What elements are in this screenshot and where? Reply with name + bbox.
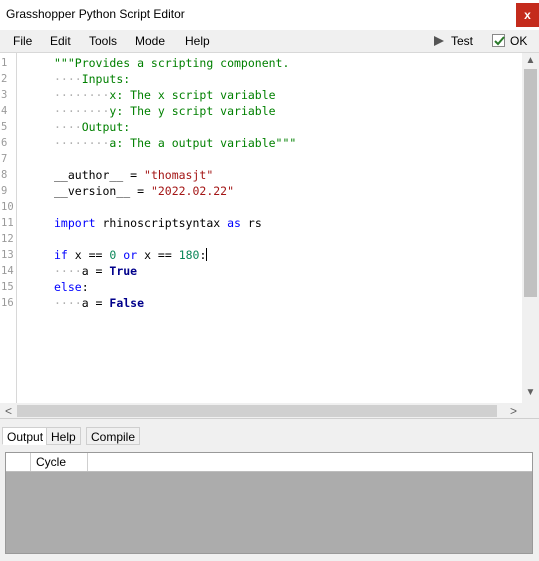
- text-caret: [206, 248, 208, 261]
- menu-tools[interactable]: Tools: [89, 34, 117, 48]
- identifier: a =: [81, 264, 110, 278]
- window-title: Grasshopper Python Script Editor: [6, 7, 185, 21]
- close-button[interactable]: x: [516, 3, 539, 27]
- identifier: __version__ =: [54, 184, 151, 198]
- whitespace-dots: ········: [54, 88, 110, 102]
- code-line: ····a = True: [54, 263, 137, 279]
- identifier: :: [81, 280, 89, 294]
- keyword: import: [54, 216, 96, 230]
- title-bar: Grasshopper Python Script Editor x: [0, 0, 539, 30]
- bottom-panel: Output Help Compile Cycle: [0, 418, 539, 561]
- line-number: 3: [1, 89, 8, 101]
- code-line: ········x: The x script variable: [54, 87, 276, 103]
- scroll-right-icon[interactable]: >: [505, 404, 522, 418]
- keyword: as: [227, 216, 241, 230]
- code-line: import rhinoscriptsyntax as rs: [54, 215, 262, 231]
- identifier: x ==: [137, 248, 179, 262]
- identifier: rs: [240, 216, 262, 230]
- tab-help[interactable]: Help: [46, 427, 81, 445]
- play-icon: [434, 36, 444, 46]
- scroll-down-icon[interactable]: ▼: [522, 387, 539, 398]
- docstring: x: The x script variable: [109, 88, 276, 102]
- line-number: 6: [1, 137, 8, 149]
- whitespace-dots: ····: [54, 296, 82, 310]
- docstring: y: The y script variable: [109, 104, 276, 118]
- whitespace-dots: ····: [54, 264, 82, 278]
- menu-file[interactable]: File: [13, 34, 32, 48]
- menu-edit[interactable]: Edit: [50, 34, 71, 48]
- scroll-left-icon[interactable]: <: [0, 404, 17, 418]
- identifier: :: [199, 248, 207, 262]
- line-number: 16: [1, 297, 14, 309]
- column-header-cycle[interactable]: Cycle: [30, 453, 88, 471]
- docstring: """Provides a scripting component.: [54, 56, 290, 70]
- line-number: 10: [1, 201, 14, 213]
- line-number: 13: [1, 249, 14, 261]
- keyword: if: [54, 248, 68, 262]
- keyword: or: [123, 248, 138, 262]
- line-number: 5: [1, 121, 8, 133]
- docstring: Output:: [81, 120, 131, 134]
- line-number: 14: [1, 265, 14, 277]
- docstring: a: The a output variable""": [109, 136, 297, 150]
- line-number: 11: [1, 217, 14, 229]
- code-line: """Provides a scripting component.: [54, 55, 289, 71]
- code-line: ····Inputs:: [54, 71, 130, 87]
- code-area[interactable]: """Provides a scripting component. ····I…: [54, 53, 520, 403]
- whitespace-dots: ········: [54, 104, 110, 118]
- whitespace-dots: ········: [54, 136, 110, 150]
- tab-compile[interactable]: Compile: [86, 427, 141, 445]
- code-line: else:: [54, 279, 89, 295]
- menu-help[interactable]: Help: [185, 34, 210, 48]
- line-number: 4: [1, 105, 8, 117]
- whitespace-dots: ····: [54, 120, 82, 134]
- test-button[interactable]: Test: [429, 31, 479, 51]
- code-line: __author__ = "thomasjt": [54, 167, 213, 183]
- line-number: 15: [1, 281, 14, 293]
- keyword: True: [109, 264, 138, 278]
- docstring: Inputs:: [81, 72, 131, 86]
- identifier: rhinoscriptsyntax: [95, 216, 228, 230]
- code-line: ········a: The a output variable""": [54, 135, 296, 151]
- identifier: x ==: [67, 248, 110, 262]
- line-number: 2: [1, 73, 8, 85]
- line-number: 7: [1, 153, 8, 165]
- code-line: ····Output:: [54, 119, 130, 135]
- whitespace-dots: ····: [54, 72, 82, 86]
- line-number: 1: [1, 57, 8, 69]
- keyword: False: [109, 296, 145, 310]
- string-literal: "thomasjt": [144, 168, 214, 182]
- code-line: ········y: The y script variable: [54, 103, 276, 119]
- identifier: __author__ =: [54, 168, 145, 182]
- ok-button[interactable]: OK: [487, 31, 531, 51]
- code-line: ····a = False: [54, 295, 144, 311]
- checkbox-check-icon: [492, 34, 505, 47]
- code-editor[interactable]: 1 2 3 4 5 6 7 8 9 10 11 12 13 14 15 16 "…: [0, 52, 539, 419]
- code-line: __version__ = "2022.02.22": [54, 183, 234, 199]
- grid-header: Cycle: [6, 453, 532, 472]
- line-number: 12: [1, 233, 14, 245]
- line-number-gutter: 1 2 3 4 5 6 7 8 9 10 11 12 13 14 15 16: [0, 53, 17, 403]
- output-grid[interactable]: Cycle: [5, 452, 533, 554]
- keyword: else: [54, 280, 82, 294]
- tab-output[interactable]: Output: [2, 427, 49, 445]
- number-literal: 180: [178, 248, 200, 262]
- scroll-up-icon[interactable]: ▲: [522, 55, 539, 66]
- vertical-scrollbar[interactable]: ▲ ▼: [522, 53, 539, 403]
- string-literal: "2022.02.22": [150, 184, 235, 198]
- vertical-scroll-thumb[interactable]: [524, 69, 537, 297]
- line-number: 9: [1, 185, 8, 197]
- test-label: Test: [451, 34, 474, 48]
- horizontal-scrollbar[interactable]: < >: [0, 403, 539, 419]
- horizontal-scroll-thumb[interactable]: [17, 405, 497, 417]
- line-number: 8: [1, 169, 8, 181]
- menu-mode[interactable]: Mode: [135, 34, 165, 48]
- grid-corner-cell[interactable]: [6, 453, 31, 471]
- identifier: a =: [81, 296, 110, 310]
- ok-label: OK: [510, 34, 528, 48]
- code-line: if x == 0 or x == 180:: [54, 247, 208, 263]
